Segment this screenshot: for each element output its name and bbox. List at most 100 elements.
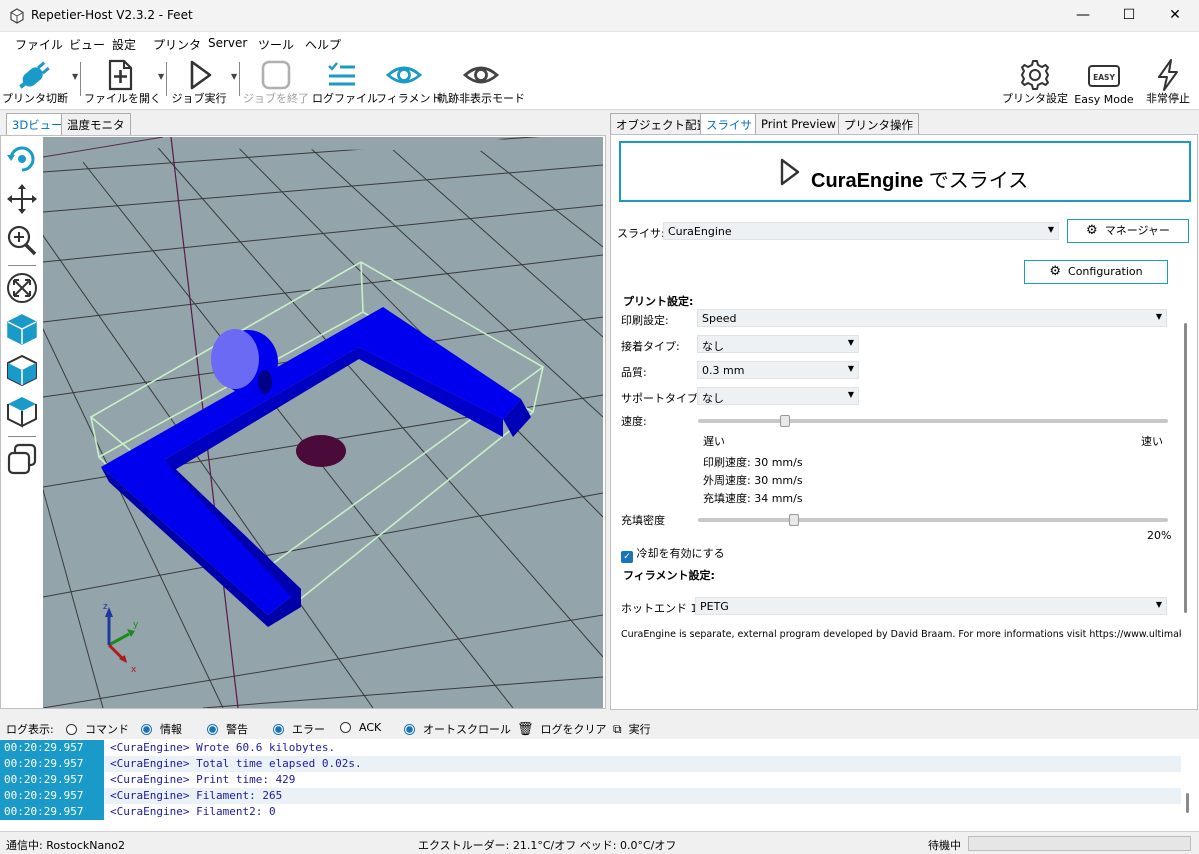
adhesion-select[interactable]: なし ▼	[697, 335, 859, 353]
model[interactable]	[101, 307, 531, 627]
log-message: <CuraEngine> Total time elapsed 0.02s.	[104, 756, 1181, 772]
manager-button[interactable]: ⚙ マネージャー	[1067, 219, 1189, 243]
log-message: <CuraEngine> Filament2: 0	[110, 805, 276, 818]
log-commands-toggle[interactable]: コマンド	[66, 721, 129, 737]
speed-slider-thumb[interactable]	[780, 415, 790, 427]
easy-mode-icon: EASY	[1088, 65, 1120, 87]
top-view-icon[interactable]	[5, 393, 39, 429]
configuration-button[interactable]: ⚙ Configuration	[1024, 260, 1168, 284]
slice-button[interactable]: CuraEngine でスライス	[619, 141, 1191, 202]
easy-badge-text: EASY	[1093, 73, 1115, 82]
tab-temperature-monitor[interactable]: 温度モニタ	[61, 113, 131, 135]
fast-label: 速い	[1141, 435, 1163, 448]
minimize-button[interactable]: —	[1060, 0, 1106, 32]
disconnect-dropdown-icon[interactable]: ▼	[72, 72, 78, 81]
log-warnings-label: 警告	[226, 723, 248, 736]
open-file-button[interactable]: ファイルを開く	[84, 54, 161, 110]
gear-icon: ⚙	[1049, 264, 1062, 279]
eye-icon	[385, 66, 423, 84]
3d-view-panel: z y x	[0, 135, 606, 709]
tab-printer-control[interactable]: プリンタ操作	[838, 113, 919, 135]
log-autoscroll-toggle[interactable]: オートスクロール	[404, 721, 511, 737]
clear-log-button[interactable]: 🗑 ログをクリア	[517, 721, 607, 737]
log-warnings-toggle[interactable]: 警告	[207, 721, 248, 737]
print-setting-select[interactable]: Speed ▼	[697, 309, 1167, 327]
parallel-view-icon[interactable]	[5, 441, 39, 477]
cooling-checkbox-row[interactable]: ✓ 冷却を有効にする	[621, 545, 725, 563]
open-file-dropdown-icon[interactable]: ▼	[158, 72, 164, 81]
run-button[interactable]: ⧉ 実行	[613, 721, 651, 737]
log-info-label: 情報	[160, 723, 182, 736]
emergency-stop-button[interactable]: 非常停止	[1140, 54, 1196, 110]
menu-server[interactable]: Server	[208, 36, 247, 50]
play-icon	[780, 158, 800, 186]
filament-button[interactable]: フィラメント	[376, 54, 441, 110]
close-button[interactable]: ✕	[1152, 0, 1198, 32]
log-toolbar: ログ表示: コマンド 情報 警告 エラー ACK オートスクロール 🗑 ログをク…	[0, 715, 1199, 739]
radio-checked-icon[interactable]	[273, 724, 284, 735]
scrollbar-thumb[interactable]	[1184, 323, 1187, 613]
radio-icon[interactable]	[340, 722, 351, 733]
radio-checked-icon[interactable]	[207, 724, 218, 735]
iso-view-icon[interactable]	[5, 311, 39, 347]
print-setting-value: Speed	[702, 312, 737, 325]
log-ack-toggle[interactable]: ACK	[340, 721, 381, 734]
window-title: Repetier-Host V2.3.2 - Feet	[31, 8, 193, 22]
run-job-dropdown-icon[interactable]: ▼	[231, 72, 237, 81]
easy-mode-button[interactable]: EASY Easy Mode	[1072, 54, 1136, 110]
y-axis-label: y	[133, 620, 139, 630]
support-value: なし	[702, 392, 724, 405]
support-select[interactable]: なし ▼	[697, 387, 859, 405]
run-job-button[interactable]: ジョブ実行	[170, 54, 228, 110]
gear-icon	[1021, 60, 1049, 90]
tab-object-placement[interactable]: オブジェクト配置	[610, 113, 714, 135]
cooling-label: 冷却を有効にする	[636, 547, 725, 560]
log-list: 00:20:29.957 <CuraEngine> Wrote 60.6 kilo…	[0, 739, 1199, 831]
move-view-icon[interactable]	[5, 181, 39, 217]
menu-settings[interactable]: 設定	[112, 36, 136, 53]
printer-settings-button[interactable]: プリンタ設定	[1002, 54, 1068, 110]
log-errors-label: エラー	[292, 723, 325, 736]
radio-checked-icon[interactable]	[404, 724, 415, 735]
log-message: <CuraEngine> Wrote 60.6 kilobytes.	[110, 741, 336, 754]
fit-view-icon[interactable]	[5, 270, 39, 306]
disconnect-printer-button[interactable]: プリンタ切断	[0, 54, 70, 110]
quality-value: 0.3 mm	[702, 364, 745, 377]
radio-icon[interactable]	[66, 724, 77, 735]
hotend-select[interactable]: PETG ▼	[695, 597, 1167, 615]
log-file-button[interactable]: ログファイル	[312, 54, 378, 110]
tab-slicer[interactable]: スライサ	[700, 113, 758, 136]
filament-settings-header: フィラメント設定:	[623, 569, 715, 582]
title-bar: Repetier-Host V2.3.2 - Feet — ☐ ✕	[0, 0, 1199, 32]
hide-travel-button[interactable]: 軌跡非表示モード	[436, 54, 526, 110]
z-axis-label: z	[103, 602, 108, 612]
menu-help[interactable]: ヘルプ	[305, 36, 341, 53]
maximize-button[interactable]: ☐	[1106, 0, 1152, 32]
3d-scene[interactable]: z y x	[43, 137, 603, 708]
zoom-view-icon[interactable]	[5, 222, 39, 258]
menu-file[interactable]: ファイル	[15, 36, 63, 53]
rotate-view-icon[interactable]	[5, 140, 39, 176]
checkbox-checked-icon[interactable]: ✓	[621, 551, 633, 563]
tab-print-preview[interactable]: Print Preview	[755, 113, 842, 135]
infill-slider[interactable]	[698, 518, 1168, 522]
log-scrollbar-thumb[interactable]	[1186, 793, 1189, 813]
log-info-toggle[interactable]: 情報	[141, 721, 182, 737]
menu-view[interactable]: ビュー	[69, 36, 105, 53]
front-view-icon[interactable]	[5, 352, 39, 388]
slicer-select[interactable]: CuraEngine ▼	[663, 222, 1059, 240]
checklist-icon	[328, 62, 355, 86]
log-errors-toggle[interactable]: エラー	[273, 721, 325, 737]
infill-slider-thumb[interactable]	[789, 514, 799, 526]
tab-3d-view[interactable]: 3Dビュー	[6, 113, 69, 136]
menu-printer[interactable]: プリンタ	[153, 36, 201, 53]
speed-slider[interactable]	[698, 419, 1168, 423]
end-job-button[interactable]: ジョブを終了	[243, 54, 309, 110]
speed-label: 速度:	[621, 415, 647, 428]
slicer-scrollbar[interactable]	[1179, 271, 1193, 645]
print-settings-header: プリント設定:	[623, 295, 694, 308]
quality-select[interactable]: 0.3 mm ▼	[697, 361, 859, 379]
radio-checked-icon[interactable]	[141, 724, 152, 735]
menu-tools[interactable]: ツール	[258, 36, 294, 53]
toolbar: プリンタ切断 ▼ ファイルを開く ▼ ジョブ実行 ▼ ジョブを終了 ログファイル…	[0, 54, 1199, 110]
